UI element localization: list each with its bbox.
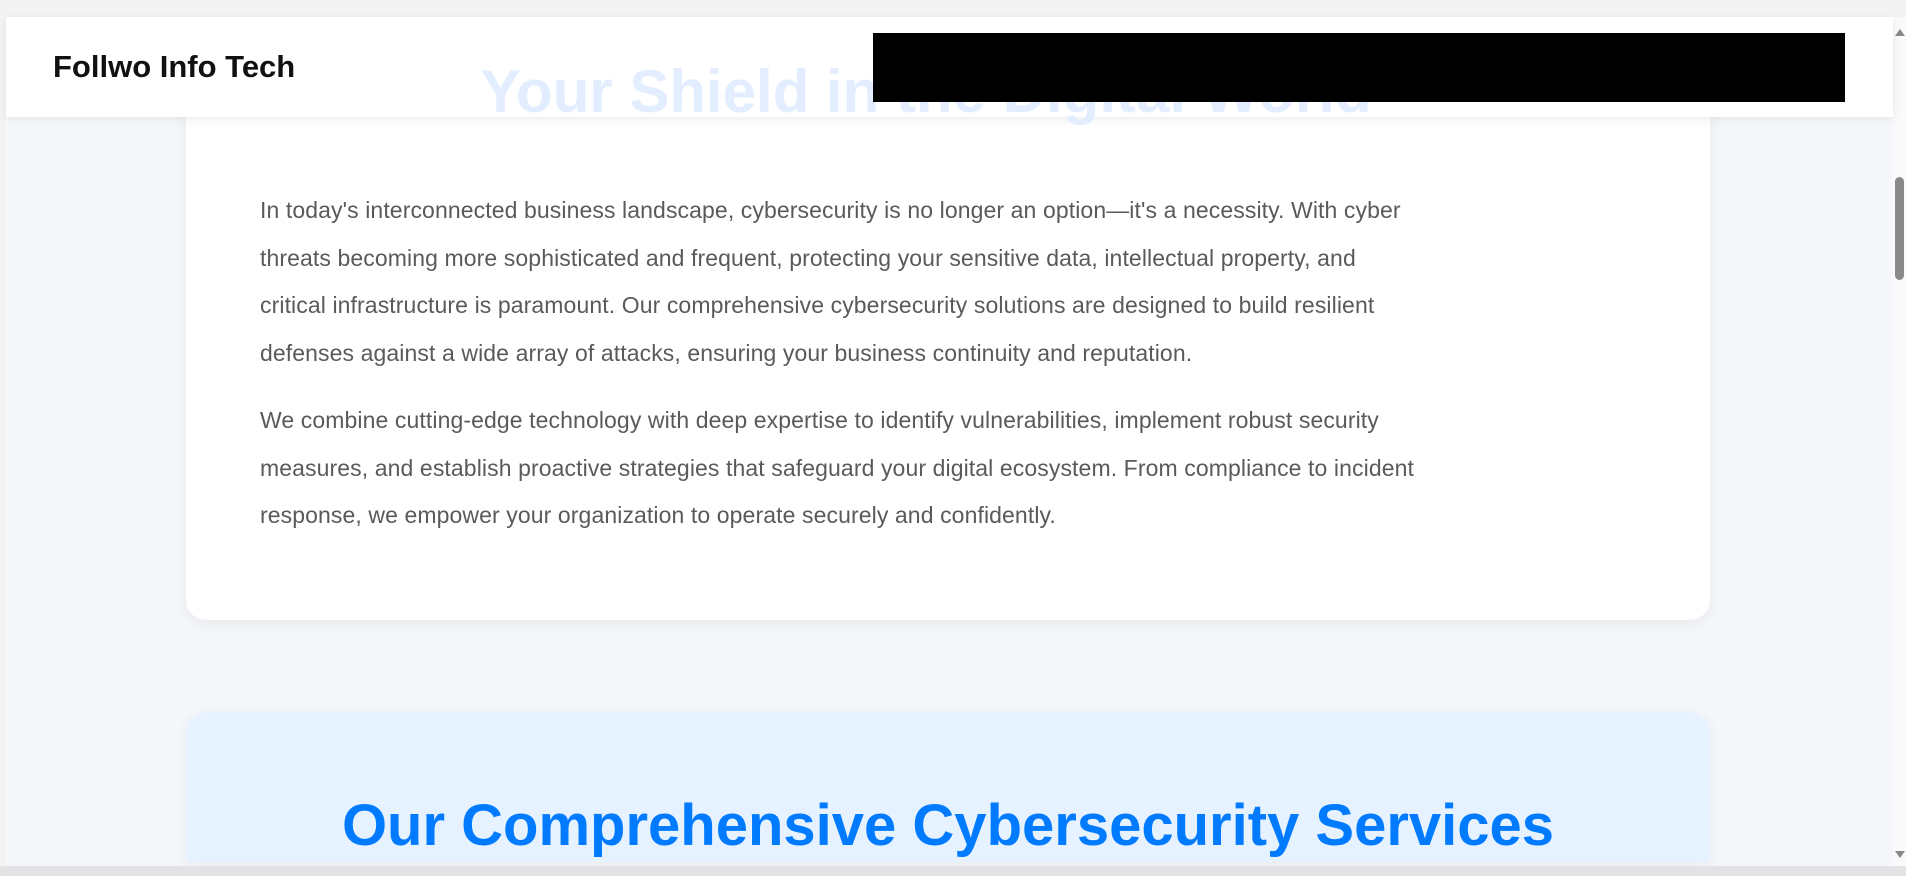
text-line: defenses against a wide array of attacks… xyxy=(260,339,1193,366)
browser-bookmarks-strip xyxy=(0,0,1906,17)
text-line: critical infrastructure is paramount. Ou… xyxy=(260,292,1375,318)
window-bottom-edge xyxy=(0,866,1906,876)
intro-paragraph-1: In today's interconnected business lands… xyxy=(260,187,1414,377)
text-line: In today's interconnected business lands… xyxy=(260,197,1401,223)
services-section: Our Comprehensive Cybersecurity Services xyxy=(186,712,1710,862)
text-line: We combine cutting-edge technology with … xyxy=(260,407,1379,433)
services-title: Our Comprehensive Cybersecurity Services xyxy=(341,793,1555,858)
vertical-scrollbar[interactable] xyxy=(1893,17,1906,866)
scrollbar-thumb[interactable] xyxy=(1895,177,1904,280)
intro-content: In today's interconnected business lands… xyxy=(260,187,1414,560)
scroll-up-arrow-icon[interactable] xyxy=(1895,29,1905,36)
redacted-nav xyxy=(873,33,1845,102)
text-line: threats becoming more sophisticated and … xyxy=(260,244,1356,271)
page-viewport: In today's interconnected business lands… xyxy=(6,17,1893,866)
scroll-down-arrow-icon[interactable] xyxy=(1895,851,1905,858)
intro-paragraph-2: We combine cutting-edge technology with … xyxy=(260,397,1414,540)
text-line: response, we empower your organization t… xyxy=(260,502,1056,528)
text-line: measures, and establish proactive strate… xyxy=(260,454,1415,481)
